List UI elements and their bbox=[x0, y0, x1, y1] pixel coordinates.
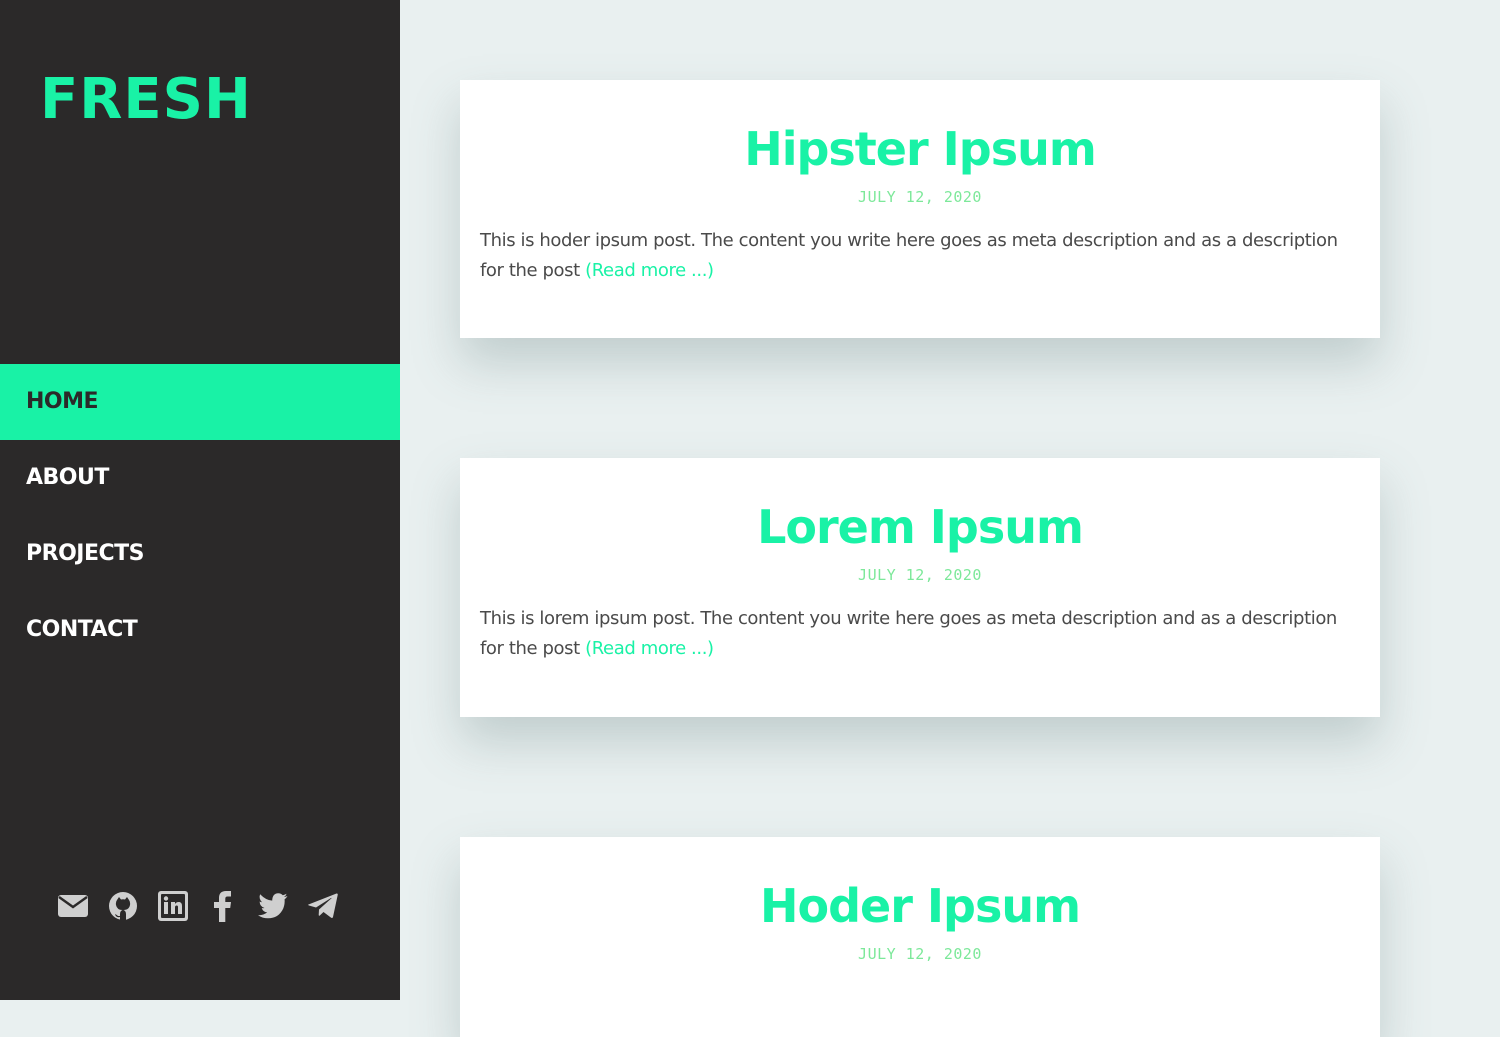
nav-item-projects[interactable]: PROJECTS bbox=[0, 516, 400, 592]
nav-item-about[interactable]: ABOUT bbox=[0, 440, 400, 516]
twitter-icon[interactable] bbox=[257, 886, 289, 926]
post-card: Hoder Ipsum JULY 12, 2020 bbox=[460, 837, 1380, 1037]
nav-item-home[interactable]: HOME bbox=[0, 364, 400, 440]
social-links bbox=[57, 886, 339, 926]
post-list: Hipster Ipsum JULY 12, 2020 This is hode… bbox=[400, 0, 1500, 1037]
mail-icon[interactable] bbox=[57, 886, 89, 926]
post-date: JULY 12, 2020 bbox=[858, 188, 982, 206]
post-date: JULY 12, 2020 bbox=[858, 945, 982, 963]
post-date: JULY 12, 2020 bbox=[858, 566, 982, 584]
post-card: Lorem Ipsum JULY 12, 2020 This is lorem … bbox=[460, 458, 1380, 717]
facebook-icon[interactable] bbox=[207, 886, 239, 926]
telegram-icon[interactable] bbox=[307, 886, 339, 926]
site-logo[interactable]: FRESH bbox=[40, 68, 252, 132]
post-excerpt: This is lorem ipsum post. The content yo… bbox=[480, 604, 1360, 664]
nav-item-contact[interactable]: CONTACT bbox=[0, 592, 400, 668]
read-more-link[interactable]: (Read more ...) bbox=[585, 638, 714, 659]
post-title[interactable]: Hipster Ipsum bbox=[480, 80, 1360, 180]
post-title[interactable]: Lorem Ipsum bbox=[480, 458, 1360, 558]
post-card: Hipster Ipsum JULY 12, 2020 This is hode… bbox=[460, 80, 1380, 338]
post-excerpt: This is hoder ipsum post. The content yo… bbox=[480, 226, 1360, 286]
main-nav: HOME ABOUT PROJECTS CONTACT bbox=[0, 364, 400, 668]
read-more-link[interactable]: (Read more ...) bbox=[585, 260, 714, 281]
linkedin-icon[interactable] bbox=[157, 886, 189, 926]
github-icon[interactable] bbox=[107, 886, 139, 926]
sidebar: FRESH HOME ABOUT PROJECTS CONTACT bbox=[0, 0, 400, 1000]
post-title[interactable]: Hoder Ipsum bbox=[480, 837, 1360, 937]
